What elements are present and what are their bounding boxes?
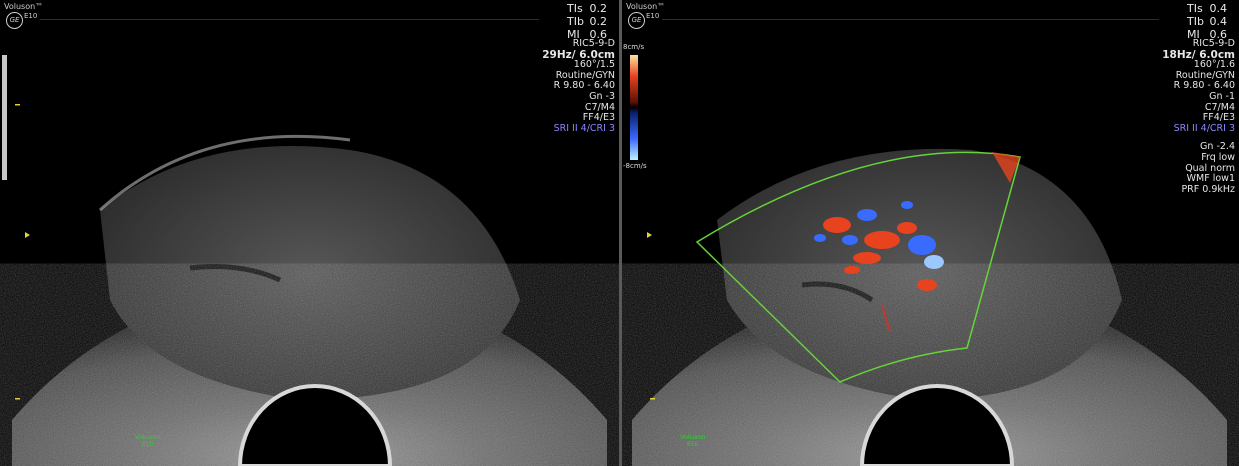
gain-label: Gn -1	[1209, 90, 1235, 102]
probe-label: RIC5-9-D	[1192, 38, 1235, 49]
left-top-rule	[40, 19, 539, 20]
right-brand-label: Voluson™	[626, 2, 666, 11]
safety-value: 0.4	[1209, 15, 1228, 28]
left-scan-parameters: RIC5-9-D 29Hz/ 6.0cm 160°/1.5 Routine/GY…	[542, 38, 615, 134]
left-model-label: E10	[24, 12, 38, 20]
left-footer-brand: Voluson E10	[135, 433, 161, 449]
safety-label: TIb	[567, 15, 584, 28]
safety-label: TIb	[1187, 15, 1204, 28]
safety-value: 0.2	[589, 15, 608, 28]
right-footer-brand: Voluson E10	[680, 433, 706, 449]
right-scan-image	[630, 55, 1227, 466]
footer-model-text: E10	[686, 441, 699, 448]
right-depth-markers	[647, 232, 655, 400]
left-grayscale-bar	[2, 55, 7, 180]
ge-logo-icon: GE	[6, 12, 23, 29]
safety-value: 0.4	[1209, 2, 1228, 15]
right-scan-parameters: RIC5-9-D 18Hz/ 6.0cm 160°/1.6 Routine/GY…	[1162, 38, 1235, 195]
sri-label: SRI II 4/CRI 3	[553, 122, 615, 134]
left-safety-indices: TIs 0.2 TIb 0.2 MI 0.6	[567, 2, 607, 41]
right-ultrasound-panel: Voluson™ GE E10 8cm/s -8cm/s TIs 0.4 TIb 0…	[622, 0, 1239, 466]
scale-top-label: 8cm/s	[623, 43, 645, 51]
sri-label: SRI II 4/CRI 3	[1173, 122, 1235, 134]
frequency-label: Frq low	[1201, 151, 1235, 163]
left-ultrasound-panel: Voluson™ GE E10 TIs 0.2 TIb 0.2 MI 0.6 RIC5…	[0, 0, 619, 466]
left-scan-image	[2, 55, 607, 466]
right-model-label: E10	[646, 12, 660, 20]
ge-logo-icon: GE	[628, 12, 645, 29]
footer-brand-text: Voluson	[135, 433, 161, 441]
footer-model-text: E10	[141, 441, 154, 448]
right-top-rule	[662, 19, 1159, 20]
left-depth-markers	[15, 104, 30, 400]
color-velocity-scale	[630, 55, 638, 160]
probe-label: RIC5-9-D	[572, 38, 615, 49]
left-brand-label: Voluson™	[4, 2, 44, 11]
prf-label: PRF 0.9kHz	[1181, 183, 1235, 195]
gain-label: Gn -3	[589, 90, 615, 102]
right-safety-indices: TIs 0.4 TIb 0.4 MI 0.6	[1187, 2, 1227, 41]
safety-label: TIs	[1187, 2, 1203, 15]
safety-value: 0.2	[589, 2, 608, 15]
scale-bottom-label: -8cm/s	[623, 162, 647, 170]
safety-label: TIs	[567, 2, 583, 15]
footer-brand-text: Voluson	[680, 433, 706, 441]
